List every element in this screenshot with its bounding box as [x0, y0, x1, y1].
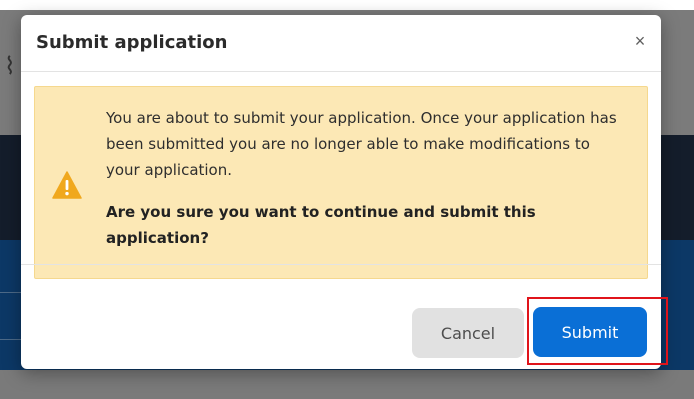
- submit-application-dialog: Submit application × You are about to su…: [21, 15, 661, 369]
- dialog-body: You are about to submit your application…: [21, 72, 661, 292]
- warning-icon: [52, 171, 82, 199]
- submit-button[interactable]: Submit: [533, 307, 647, 357]
- background-logo-fragment: ⌇: [4, 52, 16, 80]
- background-top-strip: [0, 0, 694, 10]
- dialog-footer: Cancel Submit: [21, 264, 661, 369]
- close-button[interactable]: ×: [629, 30, 651, 52]
- cancel-button[interactable]: Cancel: [412, 308, 524, 358]
- background-footer: [0, 370, 694, 399]
- alert-question: Are you sure you want to continue and su…: [106, 203, 536, 247]
- alert-text: You are about to submit your application…: [106, 105, 626, 251]
- alert-message: You are about to submit your application…: [106, 109, 617, 179]
- close-icon: ×: [634, 31, 646, 51]
- dialog-title: Submit application: [36, 32, 228, 53]
- dialog-header: Submit application ×: [21, 15, 661, 72]
- warning-alert: You are about to submit your application…: [34, 86, 648, 279]
